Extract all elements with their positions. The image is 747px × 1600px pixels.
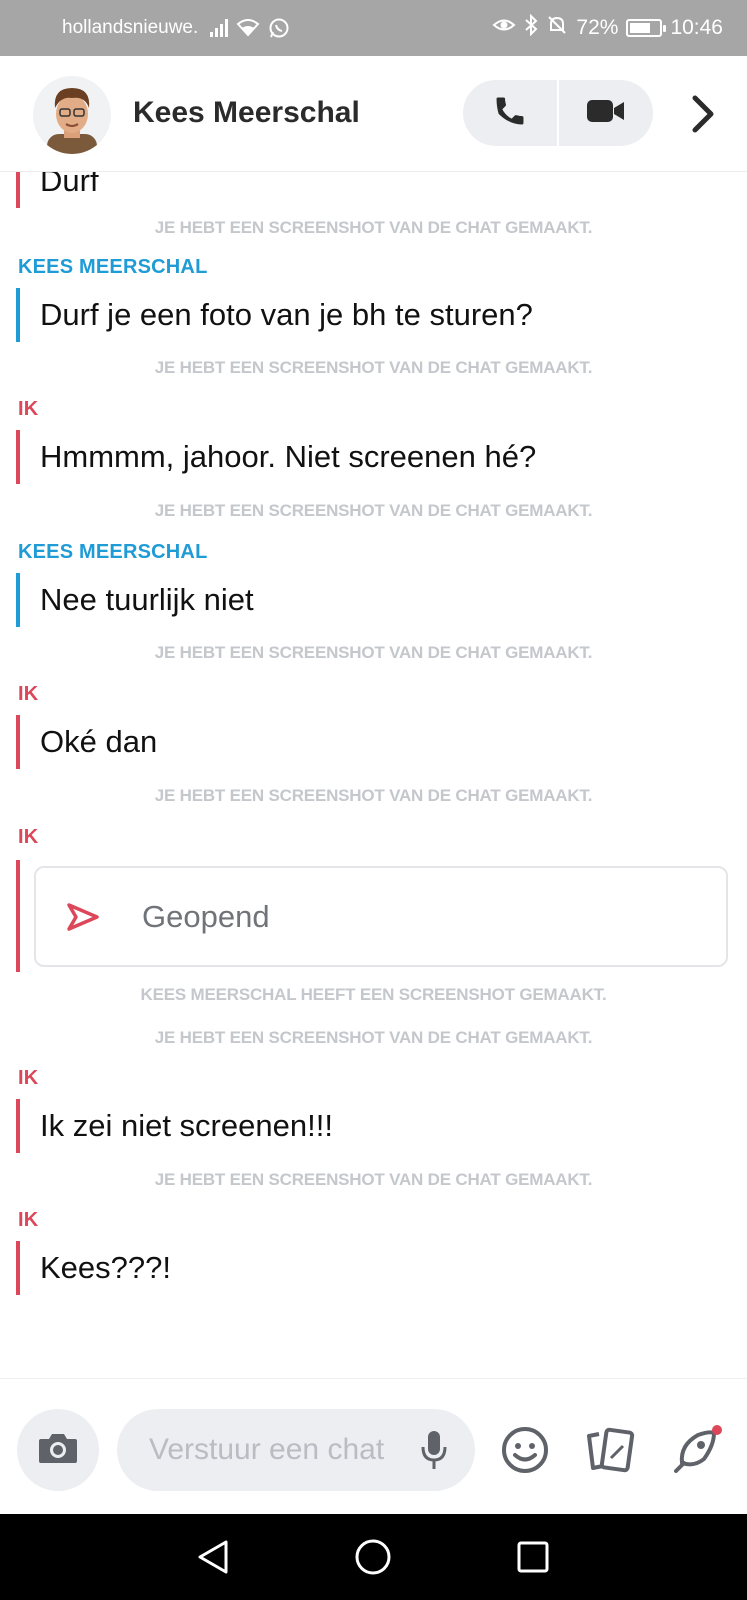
rocket-icon[interactable] — [668, 1423, 722, 1477]
opened-snap-card[interactable]: Geopend — [34, 866, 728, 967]
system-notice: KEES MEERSCHAL HEEFT EEN SCREENSHOT GEMA… — [140, 985, 607, 1004]
avatar[interactable] — [33, 76, 111, 154]
system-notice: JE HEBT EEN SCREENSHOT VAN DE CHAT GEMAA… — [154, 786, 593, 805]
battery-percentage: 72% — [576, 16, 619, 39]
microphone-icon[interactable] — [416, 1428, 452, 1472]
signal-icon — [210, 19, 229, 37]
video-call-button[interactable] — [559, 80, 653, 146]
list-item: IK Geopend — [0, 826, 747, 976]
camera-button[interactable] — [17, 1409, 99, 1491]
chat-messages[interactable]: Durf JE HEBT EEN SCREENSHOT VAN DE CHAT … — [0, 172, 747, 1378]
call-button-group — [463, 80, 653, 146]
chat-message[interactable]: Nee tuurlijk niet — [16, 573, 254, 627]
recents-icon[interactable] — [510, 1534, 556, 1580]
chat-message[interactable]: Durf je een foto van je bh te sturen? — [16, 288, 533, 342]
smiley-icon[interactable] — [498, 1423, 552, 1477]
status-bar: hollandsnieuwe. 72% 10:46 — [0, 0, 747, 56]
sender-name: IK — [18, 398, 39, 420]
chat-message[interactable]: Ik zei niet screenen!!! — [16, 1099, 333, 1153]
system-notice: JE HEBT EEN SCREENSHOT VAN DE CHAT GEMAA… — [154, 1170, 593, 1189]
list-item: KEES MEERSCHAL Nee tuurlijk niet — [0, 541, 747, 641]
sender-name: KEES MEERSCHAL — [18, 256, 208, 278]
voice-call-button[interactable] — [463, 80, 557, 146]
list-item: Durf — [0, 172, 747, 208]
sender-name: IK — [18, 1209, 39, 1231]
back-icon[interactable] — [190, 1534, 236, 1580]
whatsapp-icon — [268, 17, 290, 39]
list-item: IK Hmmmm, jahoor. Niet screenen hé? — [0, 398, 747, 498]
carrier-name: hollandsnieuwe. — [62, 17, 199, 38]
chevron-right-icon[interactable] — [688, 92, 718, 136]
bluetooth-icon — [524, 13, 538, 42]
system-notice: JE HEBT EEN SCREENSHOT VAN DE CHAT GEMAA… — [154, 643, 593, 662]
mute-bell-icon — [546, 14, 568, 42]
battery-icon — [626, 19, 667, 37]
chat-message[interactable]: Hmmmm, jahoor. Niet screenen hé? — [16, 430, 536, 484]
video-camera-icon — [586, 97, 626, 130]
list-item: IK Oké dan — [0, 683, 747, 783]
clock: 10:46 — [670, 16, 723, 39]
system-notice: JE HEBT EEN SCREENSHOT VAN DE CHAT GEMAA… — [154, 501, 593, 520]
system-navigation-bar — [0, 1514, 747, 1600]
phone-icon — [493, 94, 527, 133]
contact-name[interactable]: Kees Meerschal — [133, 96, 360, 130]
chat-message[interactable]: Durf — [16, 172, 99, 208]
sender-name: KEES MEERSCHAL — [18, 541, 208, 563]
snap-message: Geopend — [16, 860, 728, 972]
wifi-icon — [236, 19, 260, 37]
list-item: IK Ik zei niet screenen!!! — [0, 1067, 747, 1167]
sender-name: IK — [18, 683, 39, 705]
sender-name: IK — [18, 1067, 39, 1089]
chat-message[interactable]: Kees???! — [16, 1241, 171, 1295]
list-item: KEES MEERSCHAL Durf je een foto van je b… — [0, 256, 747, 356]
chat-header: Kees Meerschal — [0, 56, 747, 172]
chat-composer — [0, 1378, 747, 1514]
sender-name: IK — [18, 826, 39, 848]
snap-status-label: Geopend — [142, 898, 270, 934]
list-item: IK Kees???! — [0, 1209, 747, 1309]
system-notice: JE HEBT EEN SCREENSHOT VAN DE CHAT GEMAA… — [154, 1028, 593, 1047]
eye-icon — [492, 16, 516, 40]
opened-arrow-icon — [66, 902, 106, 932]
chat-message[interactable]: Oké dan — [16, 715, 157, 769]
system-notice: JE HEBT EEN SCREENSHOT VAN DE CHAT GEMAA… — [154, 218, 593, 237]
camera-icon — [37, 1430, 79, 1471]
cards-icon[interactable] — [583, 1423, 637, 1477]
system-notice: JE HEBT EEN SCREENSHOT VAN DE CHAT GEMAA… — [154, 358, 593, 377]
home-icon[interactable] — [350, 1534, 396, 1580]
